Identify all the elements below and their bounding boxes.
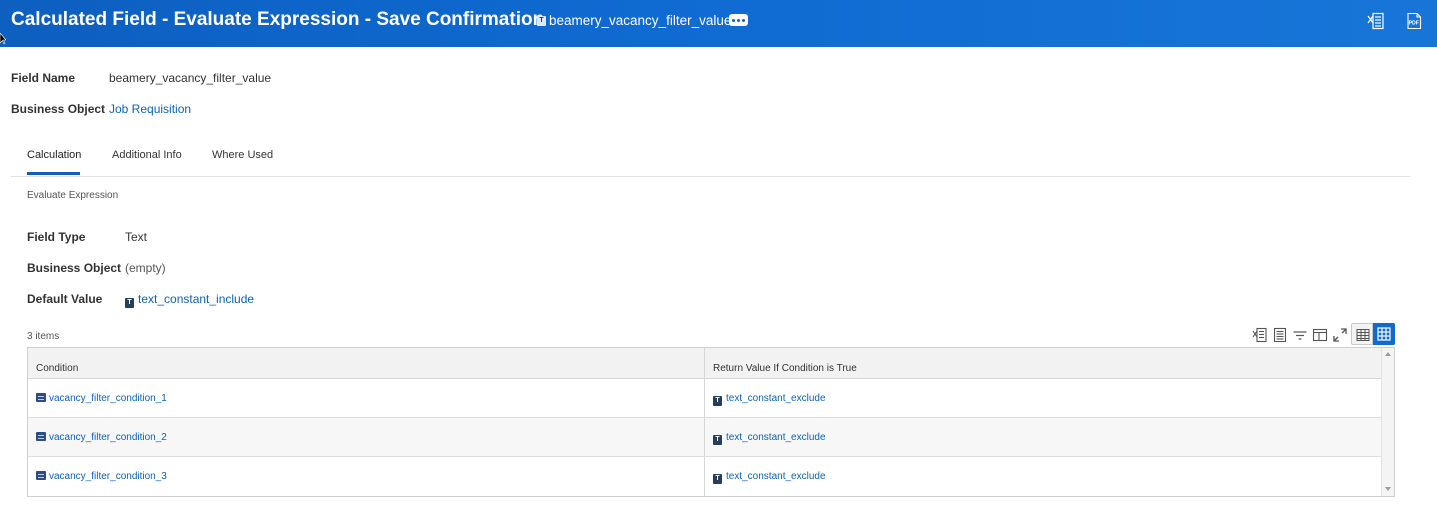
field-name-value: beamery_vacancy_filter_value (109, 71, 272, 85)
table-scrollbar[interactable] (1381, 348, 1394, 496)
dot-icon (732, 18, 735, 22)
default-value[interactable]: Ttext_constant_include (125, 292, 254, 308)
text-type-icon: T (125, 298, 134, 308)
items-count: 3 items (27, 331, 60, 342)
tabs-divider (11, 176, 1411, 177)
scroll-down-arrow-icon[interactable] (1385, 487, 1391, 491)
filter-icon[interactable] (1291, 326, 1309, 344)
grid-view-toggle[interactable] (1373, 323, 1395, 345)
condition-type-icon (36, 471, 46, 480)
scroll-up-arrow-icon[interactable] (1385, 352, 1391, 356)
text-type-icon: T (713, 435, 722, 445)
condition-cell: vacancy_filter_condition_1 (28, 379, 704, 417)
return-value-cell: Ttext_constant_exclude (704, 418, 1382, 456)
table-header-row: Condition Return Value If Condition is T… (28, 348, 1382, 379)
condition-cell: vacancy_filter_condition_2 (28, 418, 704, 456)
column-header-return-value[interactable]: Return Value If Condition is True (704, 348, 1382, 378)
return-value-link[interactable]: text_constant_exclude (726, 471, 826, 482)
export-excel-icon[interactable] (1366, 11, 1386, 31)
return-value-link[interactable]: text_constant_exclude (726, 393, 826, 404)
mouse-cursor-icon (0, 33, 6, 45)
table-row: vacancy_filter_condition_3 Ttext_constan… (28, 457, 1382, 496)
field-type-label: Field Type (27, 230, 86, 244)
dot-icon (737, 18, 740, 22)
condition-link[interactable]: vacancy_filter_condition_1 (49, 393, 167, 404)
condition-type-icon (36, 393, 46, 402)
tab-calculation[interactable]: Calculation (27, 149, 81, 161)
text-type-icon: T (537, 15, 546, 26)
page-header: Calculated Field - Evaluate Expression -… (0, 0, 1437, 47)
return-value-cell: Ttext_constant_exclude (704, 379, 1382, 417)
return-value-cell: Ttext_constant_exclude (704, 457, 1382, 496)
field-name-label: Field Name (11, 71, 76, 85)
text-type-icon: T (713, 474, 722, 484)
condition-link[interactable]: vacancy_filter_condition_2 (49, 432, 167, 443)
table-row: vacancy_filter_condition_2 Ttext_constan… (28, 418, 1382, 457)
export-pdf-icon[interactable]: PDF (1404, 11, 1424, 31)
default-value-label: Default Value (27, 292, 103, 306)
table-row: vacancy_filter_condition_1 Ttext_constan… (28, 379, 1382, 418)
header-object-name[interactable]: beamery_vacancy_filter_value (549, 13, 731, 28)
grid-view-icon (1377, 327, 1391, 341)
condition-link[interactable]: vacancy_filter_condition_3 (49, 471, 167, 482)
table-view-icon (1356, 329, 1370, 341)
print-icon[interactable] (1271, 326, 1289, 344)
tab-where-used[interactable]: Where Used (212, 149, 273, 161)
default-value-link[interactable]: text_constant_include (138, 292, 254, 306)
tab-additional-info[interactable]: Additional Info (112, 149, 182, 161)
column-header-condition[interactable]: Condition (28, 348, 704, 378)
business-object-link[interactable]: Job Requisition (109, 102, 191, 116)
active-tab-indicator (27, 172, 80, 175)
export-excel-icon[interactable] (1251, 326, 1269, 344)
field-type-value: Text (125, 230, 148, 244)
related-actions-button[interactable] (729, 14, 748, 26)
section-title: Evaluate Expression (27, 190, 119, 201)
text-type-icon: T (713, 396, 722, 406)
conditions-table: Condition Return Value If Condition is T… (27, 347, 1395, 497)
calc-business-object-label: Business Object (27, 261, 122, 275)
fullscreen-icon[interactable] (1331, 326, 1349, 344)
table-view-toggle[interactable] (1351, 323, 1373, 345)
condition-type-icon (36, 432, 46, 441)
dot-icon (742, 18, 745, 22)
return-value-link[interactable]: text_constant_exclude (726, 432, 826, 443)
page-title: Calculated Field - Evaluate Expression -… (11, 9, 545, 30)
business-object-label: Business Object (11, 102, 106, 116)
column-settings-icon[interactable] (1311, 326, 1329, 344)
condition-cell: vacancy_filter_condition_3 (28, 457, 704, 496)
header-object-link[interactable]: T beamery_vacancy_filter_value (537, 13, 731, 28)
svg-text:PDF: PDF (1409, 21, 1419, 27)
calc-business-object-value: (empty) (125, 261, 166, 275)
